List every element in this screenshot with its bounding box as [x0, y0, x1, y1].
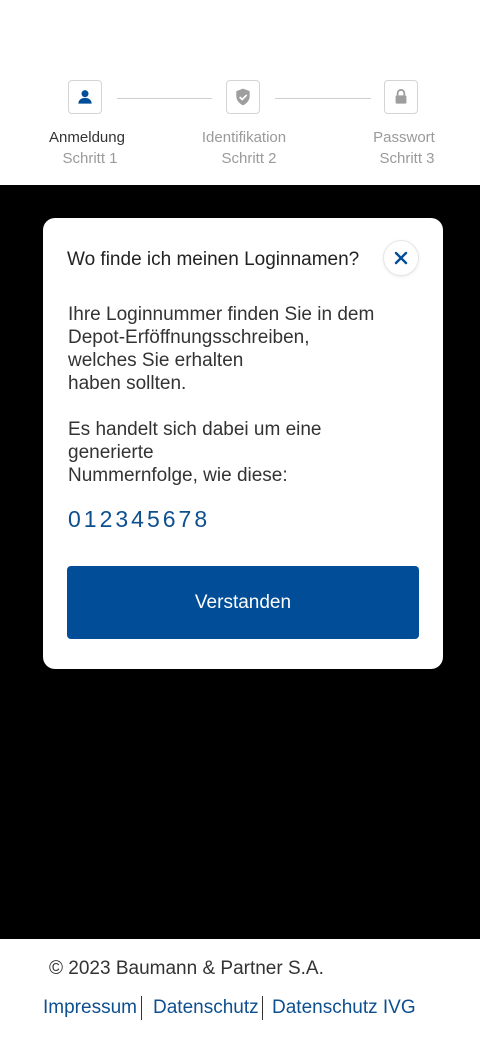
- shield-check-icon: [236, 88, 250, 106]
- step-3-lock-icon: [384, 80, 418, 114]
- dialog-title: Wo finde ich meinen Loginnamen?: [67, 249, 360, 270]
- step-1-subtitle: Schritt 1: [62, 150, 118, 167]
- datenschutz-link[interactable]: Datenschutz: [153, 997, 259, 1019]
- impressum-link[interactable]: Impressum: [43, 997, 137, 1019]
- understood-button[interactable]: Verstanden: [67, 566, 419, 639]
- paragraph-1-line: welches Sie erhalten: [68, 350, 244, 371]
- step-1-title: Anmeldung: [49, 129, 125, 146]
- step-connector-2: [275, 98, 371, 99]
- step-3-title: Passwort: [373, 129, 435, 146]
- paragraph-2-line: Es handelt sich dabei um eine: [68, 419, 322, 440]
- step-1-user-icon: [68, 80, 102, 114]
- page-footer: © 2023 Baumann & Partner S.A. Impressum …: [0, 939, 480, 1040]
- dialog-paragraph-2: Es handelt sich dabei um eine generierte…: [68, 418, 418, 487]
- footer-separator: [141, 996, 142, 1020]
- datenschutz-ivg-link[interactable]: Datenschutz IVG: [272, 997, 416, 1019]
- dialog-paragraph-1: Ihre Loginnummer finden Sie in dem Depot…: [68, 303, 418, 395]
- step-2-shield-icon: [226, 80, 260, 114]
- login-help-dialog: Wo finde ich meinen Loginnamen? Ihre Log…: [43, 218, 443, 669]
- step-connector-1: [117, 98, 212, 99]
- paragraph-2-line: generierte: [68, 442, 154, 463]
- step-2-title: Identifikation: [201, 129, 287, 146]
- footer-separator: [262, 996, 263, 1020]
- login-stepper: Anmeldung Schritt 1 Identifikation Schri…: [0, 0, 480, 185]
- step-2-subtitle: Schritt 2: [221, 150, 277, 167]
- lock-icon: [395, 89, 407, 104]
- paragraph-1-line: Ihre Loginnummer finden Sie in dem: [68, 304, 375, 325]
- step-3-subtitle: Schritt 3: [379, 150, 435, 167]
- paragraph-1-line: haben sollten.: [68, 373, 187, 394]
- close-icon: [394, 251, 408, 265]
- paragraph-2-line: Nummernfolge, wie diese:: [68, 465, 288, 486]
- close-button[interactable]: [384, 241, 418, 275]
- user-icon: [78, 90, 92, 104]
- copyright-text: © 2023 Baumann & Partner S.A.: [49, 958, 324, 979]
- paragraph-1-line: Depot-Erföffnungsschreiben,: [68, 327, 310, 348]
- example-login-number: 012345678: [68, 506, 211, 532]
